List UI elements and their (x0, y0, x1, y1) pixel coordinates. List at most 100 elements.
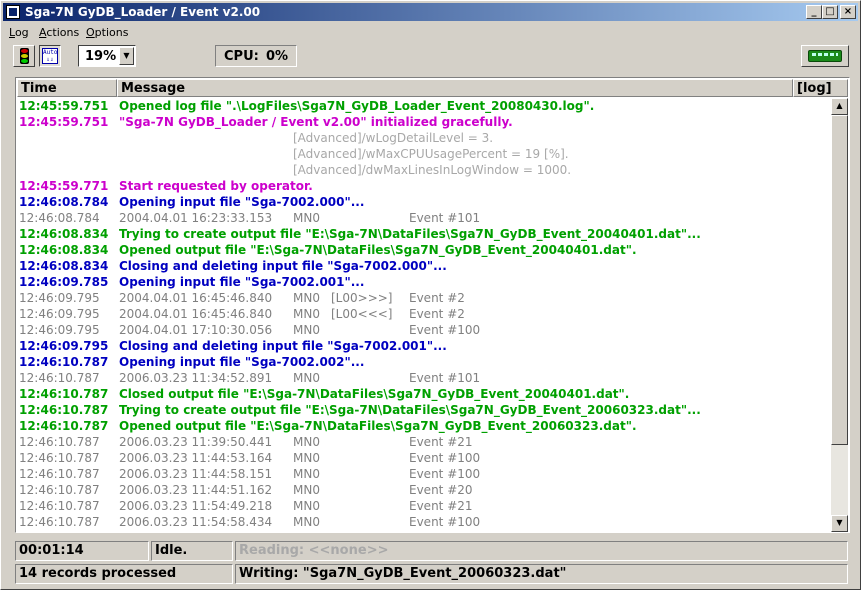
minimize-button[interactable]: _ (806, 5, 822, 19)
chevron-down-icon[interactable]: ▼ (119, 47, 134, 65)
log-row-field: 2006.03.23 11:54:58.434 (119, 515, 273, 529)
log-row-time: 12:46:10.787 (19, 403, 109, 417)
cpu-limit-value: 19% (85, 49, 117, 64)
log-row-field: Event #2 (409, 307, 465, 321)
log-row-time: 12:46:09.795 (19, 339, 109, 353)
log-row[interactable]: [Advanced]/dwMaxLinesInLogWindow = 1000. (17, 162, 831, 178)
log-row[interactable]: 12:46:09.785 Opening input file "Sga-7002… (17, 274, 831, 290)
window-title: Sga-7N GyDB_Loader / Event v2.00 (25, 5, 261, 19)
log-row[interactable]: 12:46:08.834 Opened output file "E:\Sga-7… (17, 242, 831, 258)
cpu-limit-select[interactable]: 19% ▼ (78, 45, 136, 67)
log-row-time: 12:46:08.784 (19, 195, 109, 209)
log-list[interactable]: 12:45:59.751 Opened log file ".\LogFiles\… (17, 98, 831, 532)
log-header: Time Message [log] (17, 79, 848, 97)
column-message[interactable]: Message (117, 79, 793, 97)
log-row-field: MN0 (293, 467, 320, 481)
maximize-button[interactable]: □ (822, 5, 838, 19)
log-row-time: 12:46:08.784 (19, 211, 100, 225)
log-row[interactable]: 12:46:09.795 2004.04.01 16:45:46.840 MN0 [L… (17, 306, 831, 322)
close-button[interactable]: × (840, 5, 856, 19)
menu-options-accel: O (86, 26, 95, 39)
log-row-field: Event #100 (409, 515, 481, 529)
log-row-field: Event #20 (409, 483, 473, 497)
log-row-field: 2004.04.01 16:45:46.840 (119, 307, 273, 321)
scroll-up-button[interactable]: ▲ (831, 98, 848, 115)
train-icon (808, 50, 842, 62)
log-row-field: 2004.04.01 16:23:33.153 (119, 211, 273, 225)
column-time[interactable]: Time (17, 79, 117, 97)
log-row[interactable]: 12:45:59.751 Opened log file ".\LogFiles\… (17, 98, 831, 114)
log-panel: Time Message [log] 12:45:59.751 Opened lo… (15, 77, 850, 533)
auto-scroll-button[interactable]: Auto ⇓⇓ (39, 45, 61, 67)
log-row-field: [L00>>>] (331, 291, 393, 305)
log-row-time: 12:45:59.751 (19, 99, 109, 113)
log-row-field: 2004.04.01 17:10:30.056 (119, 323, 273, 337)
menu-log[interactable]: Log (9, 26, 29, 39)
log-row-time: 12:46:09.795 (19, 323, 100, 337)
log-row[interactable]: 12:46:10.787 2006.03.23 11:34:52.891 MN0 Ev… (17, 370, 831, 386)
log-row[interactable]: 12:46:10.787 2006.03.23 11:54:58.434 MN0 Ev… (17, 514, 831, 530)
log-row[interactable]: 12:46:09.795 Closing and deleting input f… (17, 338, 831, 354)
log-row[interactable]: 12:45:59.771 Start requested by operator. (17, 178, 831, 194)
app-window: Sga-7N GyDB_Loader / Event v2.00 _ □ × L… (0, 0, 861, 590)
scroll-thumb[interactable] (831, 115, 848, 445)
log-row-message: [Advanced]/wMaxCPUUsagePercent = 19 [%]. (293, 147, 569, 161)
log-row-field: Event #100 (409, 451, 481, 465)
menu-actions-label: ctions (46, 26, 80, 39)
log-row[interactable]: 12:46:09.795 2004.04.01 17:10:30.056 MN0 Ev… (17, 322, 831, 338)
log-row-field: MN0 (293, 499, 320, 513)
train-button[interactable] (801, 45, 849, 67)
log-row-time: 12:46:10.787 (19, 371, 100, 385)
column-log[interactable]: [log] (793, 79, 848, 97)
log-row-field: 2004.04.01 16:45:46.840 (119, 291, 273, 305)
log-row[interactable]: 12:46:10.787 Opening input file "Sga-7002… (17, 354, 831, 370)
log-row[interactable]: 12:46:10.787 2006.03.23 11:44:58.151 MN0 Ev… (17, 466, 831, 482)
log-row-message: Closing and deleting input file "Sga-700… (119, 339, 447, 353)
log-row[interactable]: 12:46:10.787 2006.03.23 11:39:50.441 MN0 Ev… (17, 434, 831, 450)
log-row[interactable]: 12:46:10.787 Closed output file "E:\Sga-7… (17, 386, 831, 402)
cpu-label: CPU: (224, 49, 259, 64)
toolbar: Auto ⇓⇓ 19% ▼ CPU: 0% (3, 43, 858, 71)
log-row-time: 12:46:08.834 (19, 227, 109, 241)
title-bar[interactable]: Sga-7N GyDB_Loader / Event v2.00 _ □ × (3, 3, 858, 21)
log-row[interactable]: 12:46:10.787 2006.03.23 11:44:53.164 MN0 Ev… (17, 450, 831, 466)
menu-options-label: ptions (94, 26, 129, 39)
log-row[interactable]: 12:46:08.784 2004.04.01 16:23:33.153 MN0 Ev… (17, 210, 831, 226)
log-row[interactable]: 12:46:08.834 Trying to create output file… (17, 226, 831, 242)
scroll-down-button[interactable]: ▼ (831, 515, 848, 532)
log-row-message: Opening input file "Sga-7002.002"... (119, 355, 365, 369)
log-row[interactable]: [Advanced]/wLogDetailLevel = 3. (17, 130, 831, 146)
menu-log-label: og (14, 26, 29, 39)
vertical-scrollbar[interactable]: ▲ ▼ (831, 98, 848, 532)
log-row[interactable]: 12:46:10.787 Trying to create output file… (17, 402, 831, 418)
log-row-message: [Advanced]/wLogDetailLevel = 3. (293, 131, 494, 145)
status-writing: Writing: "Sga7N_GyDB_Event_20060323.dat" (235, 564, 848, 584)
menu-bar: Log Actions Options (3, 23, 858, 41)
log-row-field: Event #100 (409, 323, 481, 337)
log-row[interactable]: 12:46:10.787 2006.03.23 11:44:51.162 MN0 Ev… (17, 482, 831, 498)
traffic-light-icon (20, 48, 29, 64)
log-row[interactable]: 12:46:10.787 2006.03.23 11:54:49.218 MN0 Ev… (17, 498, 831, 514)
log-row-field: 2006.03.23 11:44:51.162 (119, 483, 273, 497)
start-button[interactable] (13, 45, 35, 67)
menu-options[interactable]: Options (86, 26, 128, 39)
log-row[interactable]: 12:46:09.795 2004.04.01 16:45:46.840 MN0 [L… (17, 290, 831, 306)
log-row-message: Opened output file "E:\Sga-7N\DataFiles\… (119, 419, 637, 433)
log-row-time: 12:46:10.787 (19, 355, 109, 369)
log-row[interactable]: 12:45:59.751 "Sga-7N GyDB_Loader / Event … (17, 114, 831, 130)
log-row-message: Opening input file "Sga-7002.000"... (119, 195, 365, 209)
log-row-field: MN0 (293, 515, 320, 529)
log-row[interactable]: 12:46:08.784 Opening input file "Sga-7002… (17, 194, 831, 210)
log-row-field: 2006.03.23 11:44:58.151 (119, 467, 273, 481)
log-row[interactable]: 12:46:08.834 Closing and deleting input f… (17, 258, 831, 274)
log-row[interactable]: [Advanced]/wMaxCPUUsagePercent = 19 [%]. (17, 146, 831, 162)
log-row[interactable]: 12:46:10.787 Opened output file "E:\Sga-7… (17, 418, 831, 434)
menu-actions[interactable]: Actions (39, 26, 79, 39)
app-icon[interactable] (6, 5, 20, 19)
cpu-indicator: CPU: 0% (215, 45, 297, 67)
log-row-field: Event #101 (409, 371, 481, 385)
log-row-message: Opened log file ".\LogFiles\Sga7N_GyDB_L… (119, 99, 595, 113)
log-row-field: MN0 (293, 483, 320, 497)
status-elapsed: 00:01:14 (15, 541, 149, 561)
log-row-message: Trying to create output file "E:\Sga-7N\… (119, 403, 701, 417)
